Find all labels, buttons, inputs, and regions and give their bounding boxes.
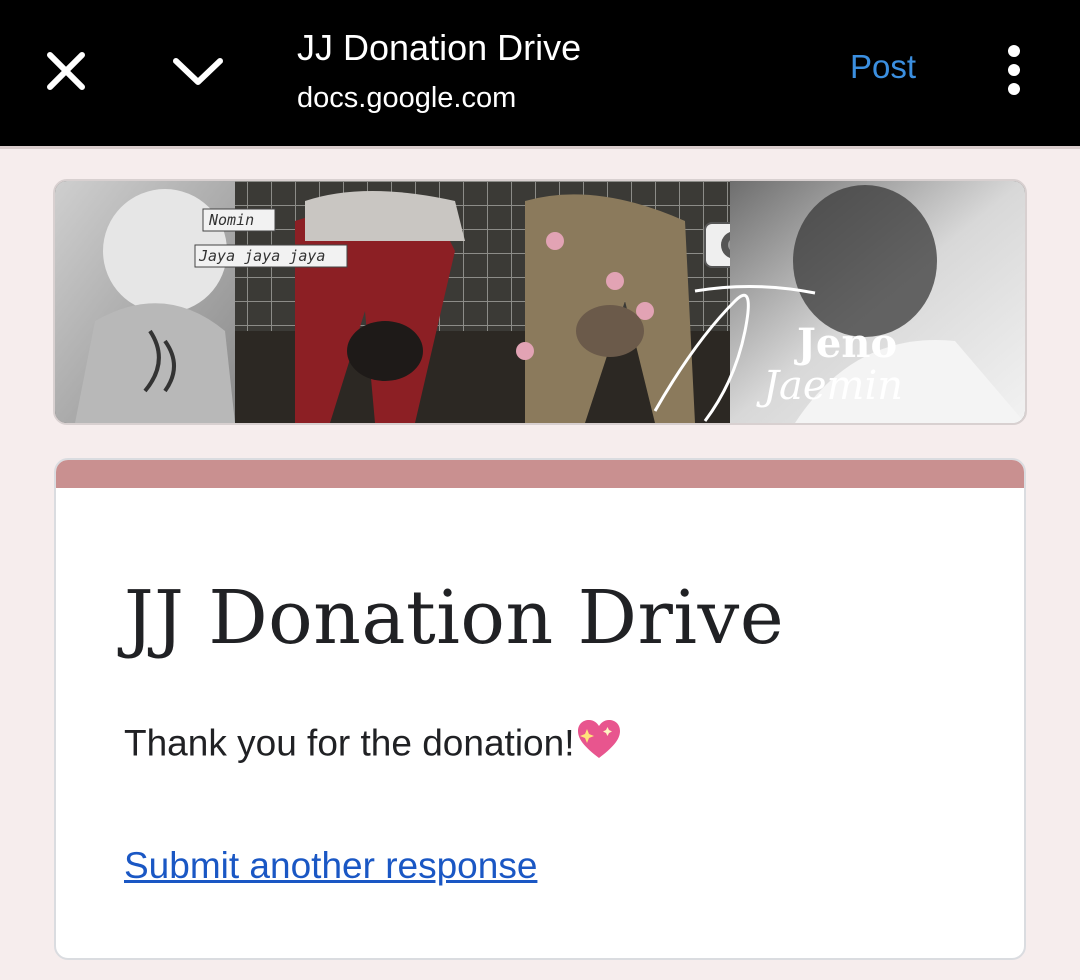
banner-caption-jaya: Jaya jaya jaya: [198, 247, 325, 265]
sparkling-heart-icon: [576, 718, 622, 773]
page-url: docs.google.com: [297, 82, 517, 114]
page-title: JJ Donation Drive: [297, 27, 582, 68]
chevron-down-icon[interactable]: [166, 41, 230, 101]
confirmation-text: Thank you for the donation!: [124, 722, 575, 764]
banner-name-jeno: Jeno: [794, 320, 897, 367]
close-icon[interactable]: [36, 41, 96, 101]
card-accent-bar: [56, 460, 1024, 488]
form-title: JJ Donation Drive: [124, 575, 785, 661]
app-top-bar: JJ Donation Drive docs.google.com Post: [0, 0, 1080, 146]
confirmation-card: JJ Donation Drive Thank you for the dona…: [54, 458, 1026, 960]
submit-another-response-link[interactable]: Submit another response: [124, 842, 537, 890]
banner-name-jaemin: Jaemin: [756, 363, 903, 409]
more-vert-icon[interactable]: [990, 40, 1038, 100]
header-banner-image: Nomin Jaya jaya jaya Jeno Jaemin: [53, 179, 1027, 425]
confirmation-message: Thank you for the donation!: [124, 718, 622, 773]
banner-caption-nomin: Nomin: [208, 211, 254, 229]
post-button[interactable]: Post: [838, 44, 928, 90]
topbar-divider: [0, 146, 1080, 149]
